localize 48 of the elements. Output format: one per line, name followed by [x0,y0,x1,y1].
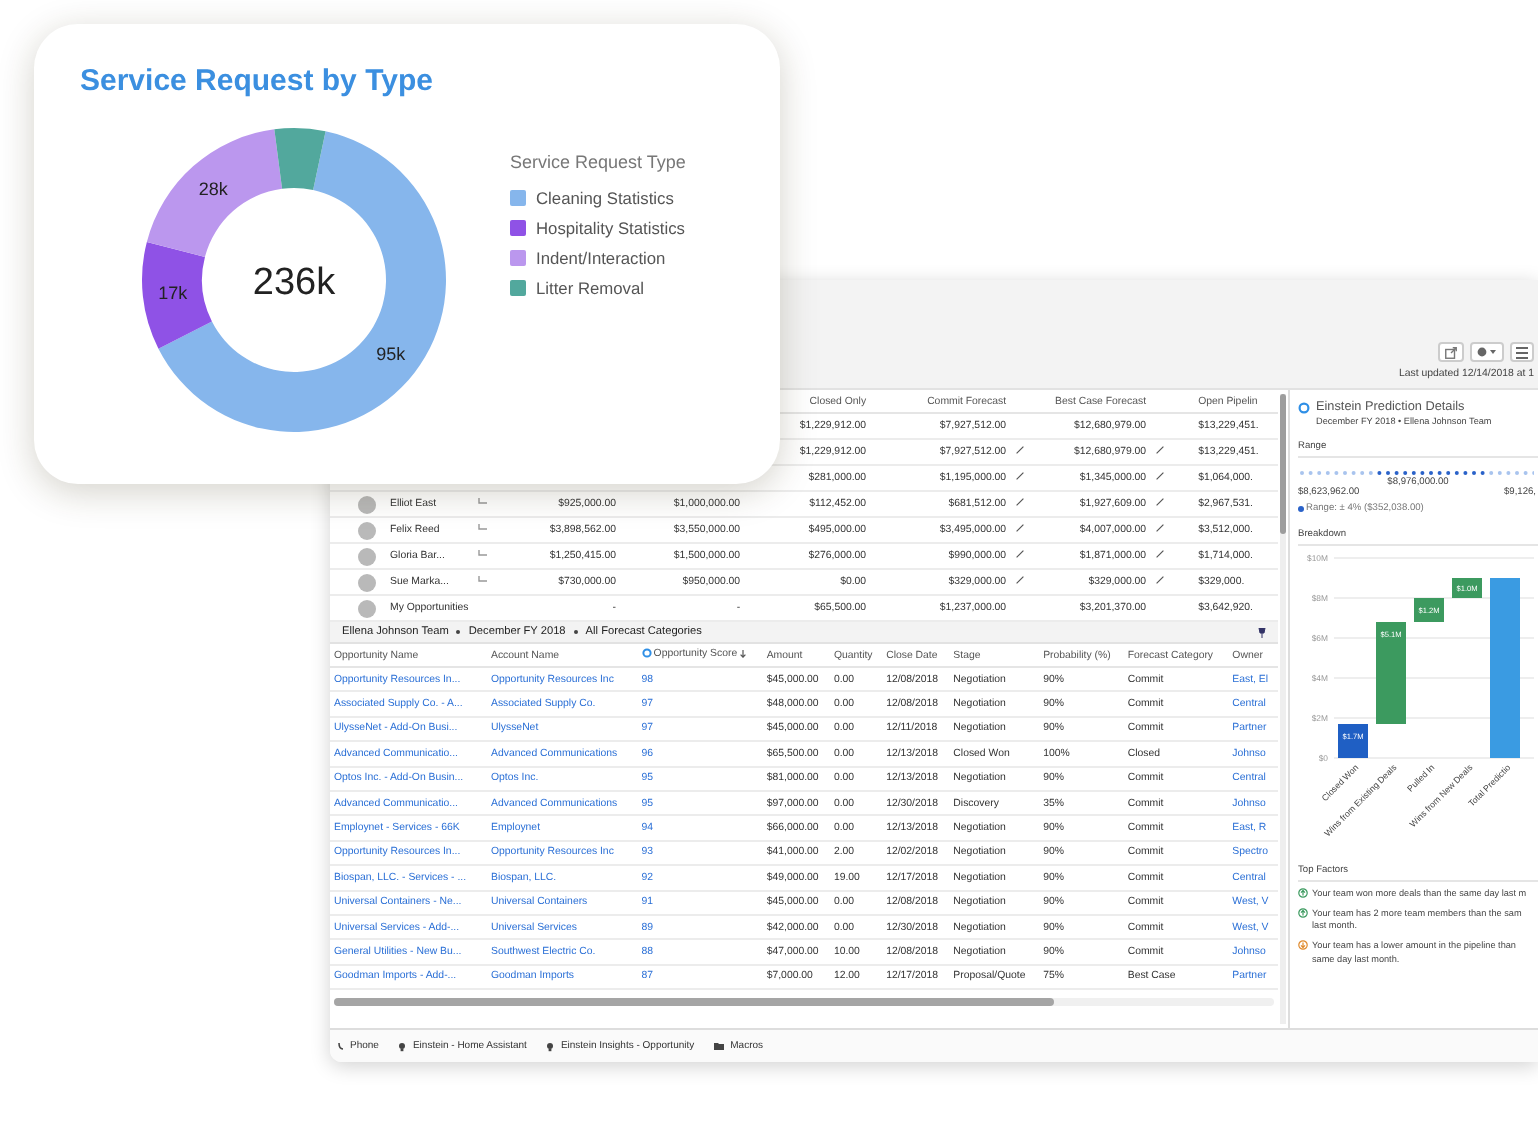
down-arrow-icon [1298,939,1308,950]
hierarchy-icon [478,498,488,506]
vertical-scrollbar[interactable] [1280,394,1286,1024]
legend-label: Indent/Interaction [536,248,666,268]
legend-label: Litter Removal [536,278,644,298]
pin-icon[interactable] [1258,627,1266,637]
legend-title: Service Request Type [510,152,686,172]
pencil-icon[interactable] [1156,446,1165,454]
settings-button[interactable] [1470,342,1504,362]
hierarchy-icon [478,524,488,532]
slice-value-label: 28k [198,178,228,199]
pencil-icon[interactable] [1156,550,1165,558]
ring-icon [1298,401,1310,413]
donut-total: 236k [252,262,336,304]
pencil-icon[interactable] [1016,472,1025,480]
legend-label: Cleaning Statistics [536,188,674,208]
pencil-icon[interactable] [1156,472,1165,480]
legend-label: Hospitality Statistics [536,218,685,238]
pencil-icon[interactable] [1016,524,1025,532]
up-arrow-icon [1298,907,1308,918]
separator-dot [573,630,578,634]
pencil-icon[interactable] [1016,498,1025,506]
slice-value-label: 17k [158,283,188,304]
slice-value-label: 95k [376,344,406,365]
list-view-button[interactable] [1510,342,1534,362]
up-arrow-icon [1298,888,1308,898]
bulb-icon [398,1041,407,1051]
pencil-icon[interactable] [1016,576,1025,584]
sort-arrow-icon [739,649,746,658]
card-title: Service Request by Type [80,64,433,100]
pencil-icon[interactable] [1016,446,1025,454]
settings-icon [1476,346,1498,358]
horizontal-scrollbar[interactable] [334,998,1274,1007]
legend-dot [1298,506,1304,512]
ring-icon [641,648,652,659]
bulb-icon [546,1041,555,1051]
phone-icon [338,1042,344,1050]
share-button[interactable] [1438,342,1464,362]
pencil-icon[interactable] [1156,498,1165,506]
folder-icon [714,1042,725,1050]
pencil-icon[interactable] [1156,576,1165,584]
separator-dot [456,630,461,634]
pencil-icon[interactable] [1156,524,1165,532]
list-icon [1516,345,1528,359]
share-icon [1444,345,1458,359]
hierarchy-icon [478,576,488,584]
pencil-icon[interactable] [1016,550,1025,558]
hierarchy-icon [478,550,488,558]
